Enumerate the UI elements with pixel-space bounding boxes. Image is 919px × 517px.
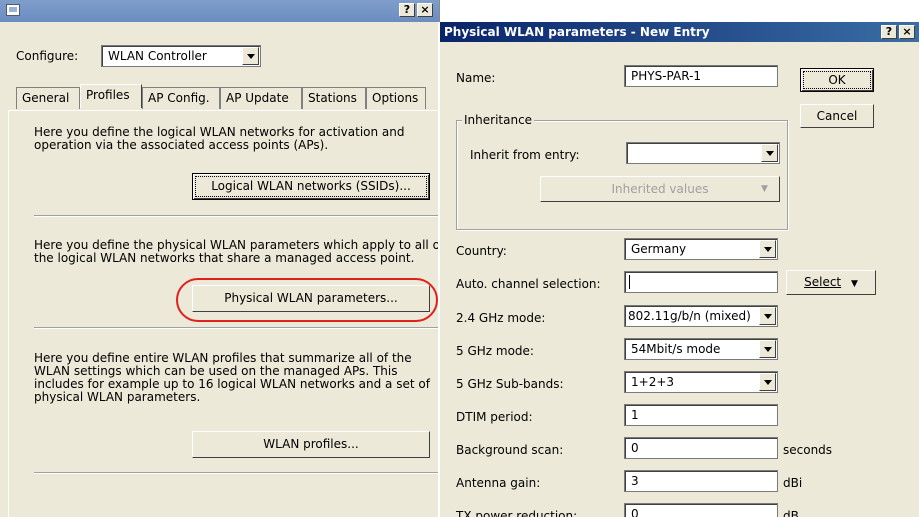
inheritance-group: [456, 120, 788, 230]
auto-channel-input[interactable]: [624, 271, 778, 293]
bgscan-value: 0: [631, 441, 639, 455]
tab-ap-config[interactable]: AP Config.: [142, 87, 220, 109]
configure-select-value: WLAN Controller: [108, 49, 207, 63]
tab-ap-update[interactable]: AP Update: [220, 87, 302, 109]
help-button[interactable]: ?: [881, 25, 897, 39]
cancel-button[interactable]: Cancel: [800, 104, 874, 128]
tx-power-unit: dB: [783, 509, 799, 517]
section-divider: [34, 327, 439, 329]
wlan-controller-window: ? × Configure: WLAN Controller General P…: [0, 0, 440, 517]
tx-power-input[interactable]: 0: [624, 503, 778, 517]
chevron-down-icon[interactable]: [759, 240, 776, 258]
auto-channel-label: Auto. channel selection:: [456, 277, 601, 291]
configure-label: Configure:: [16, 49, 79, 63]
tab-profiles[interactable]: Profiles: [80, 84, 142, 108]
antenna-gain-label: Antenna gain:: [456, 476, 541, 490]
tx-power-value: 0: [631, 507, 639, 517]
antenna-gain-input[interactable]: 3: [624, 470, 778, 492]
dtim-input[interactable]: 1: [624, 404, 778, 426]
name-input-value: PHYS-PAR-1: [631, 69, 702, 83]
logical-wlan-networks-button[interactable]: Logical WLAN networks (SSIDs)...: [192, 173, 430, 200]
close-button[interactable]: ×: [899, 25, 915, 39]
application-icon: [6, 4, 20, 16]
chevron-down-icon[interactable]: [242, 47, 259, 65]
help-button[interactable]: ?: [399, 3, 415, 17]
tx-power-label: TX power reduction:: [456, 509, 578, 517]
inherit-from-label: Inherit from entry:: [470, 148, 580, 162]
mode-24ghz-select[interactable]: 802.11g/b/n (mixed): [624, 305, 778, 327]
inherited-values-button[interactable]: Inherited values ▼: [540, 176, 780, 202]
dtim-label: DTIM period:: [456, 410, 533, 424]
tab-general[interactable]: General: [16, 87, 80, 109]
caret-down-icon: ▼: [850, 279, 858, 289]
dtim-value: 1: [631, 408, 639, 422]
bgscan-unit: seconds: [783, 443, 833, 457]
inherited-values-label: Inherited values: [611, 182, 709, 196]
wlan-profiles-description-line4: physical WLAN parameters.: [34, 390, 201, 404]
subbands-select[interactable]: 1+2+3: [624, 371, 778, 393]
subbands-label: 5 GHz Sub-bands:: [456, 377, 564, 391]
tab-stations[interactable]: Stations: [302, 87, 366, 109]
antenna-gain-unit: dBi: [783, 476, 803, 490]
chevron-down-icon[interactable]: [761, 144, 778, 162]
chevron-down-icon[interactable]: [759, 340, 776, 358]
mode-24ghz-value: 802.11g/b/n (mixed): [628, 309, 751, 323]
section-divider: [34, 472, 439, 474]
select-button-label: Select: [804, 275, 842, 289]
inheritance-group-title: Inheritance: [462, 113, 535, 127]
country-value: Germany: [631, 242, 687, 256]
section-divider: [34, 215, 439, 217]
bgscan-label: Background scan:: [456, 443, 564, 457]
wlan-profiles-button[interactable]: WLAN profiles...: [192, 431, 430, 458]
antenna-gain-value: 3: [631, 474, 639, 488]
chevron-down-icon[interactable]: [759, 307, 776, 325]
select-button[interactable]: Select ▼: [786, 270, 876, 295]
mode-5ghz-value: 54Mbit/s mode: [631, 342, 721, 356]
logical-networks-description-line2: operation via the associated access poin…: [34, 138, 329, 152]
configure-select[interactable]: WLAN Controller: [101, 45, 261, 67]
ok-button[interactable]: OK: [800, 68, 874, 92]
mode-24ghz-label: 2.4 GHz mode:: [456, 311, 546, 325]
mode-5ghz-select[interactable]: 54Mbit/s mode: [624, 338, 778, 360]
close-button[interactable]: ×: [417, 3, 433, 17]
mode-5ghz-label: 5 GHz mode:: [456, 344, 534, 358]
text-cursor: [629, 275, 630, 289]
inherit-from-select[interactable]: [626, 142, 780, 164]
country-label: Country:: [456, 244, 507, 258]
name-label: Name:: [456, 71, 496, 85]
left-title-bar[interactable]: ? ×: [0, 0, 439, 22]
chevron-down-icon[interactable]: [759, 373, 776, 391]
subbands-value: 1+2+3: [631, 375, 675, 389]
physical-wlan-parameters-dialog: Physical WLAN parameters - New Entry ? ×…: [438, 22, 919, 517]
bgscan-input[interactable]: 0: [624, 437, 778, 459]
physical-params-description-line2: the logical WLAN networks that share a m…: [34, 251, 415, 265]
dialog-title-bar[interactable]: Physical WLAN parameters - New Entry ? ×: [440, 22, 919, 42]
name-input[interactable]: PHYS-PAR-1: [624, 65, 778, 87]
highlight-annotation: [176, 278, 438, 322]
tab-options[interactable]: Options: [366, 87, 426, 109]
country-select[interactable]: Germany: [624, 238, 778, 260]
chevron-down-icon: ▼: [761, 184, 768, 194]
dialog-title: Physical WLAN parameters - New Entry: [444, 25, 710, 39]
